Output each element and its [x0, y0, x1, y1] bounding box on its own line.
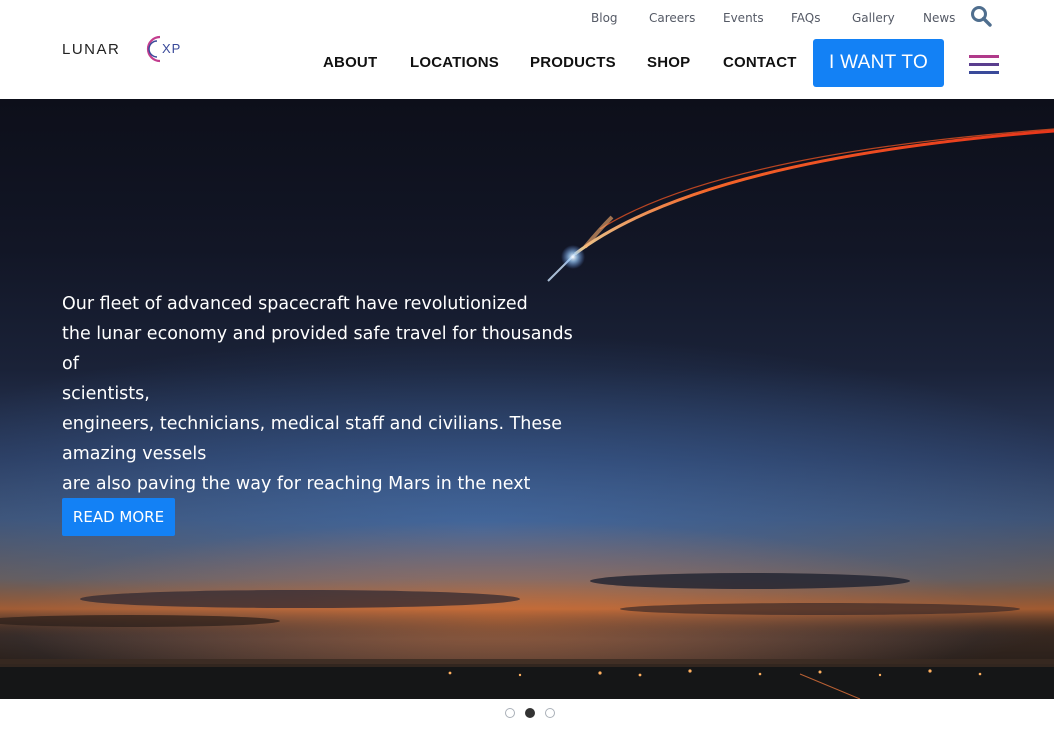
hero-line: amazing vessels — [62, 444, 207, 464]
top-link-blog[interactable]: Blog — [591, 11, 618, 25]
nav-item-locations[interactable]: LOCATIONS — [410, 54, 499, 71]
i-want-to-button[interactable]: I WANT TO — [813, 39, 944, 87]
hero-line: Our fleet of advanced spacecraft have re… — [62, 294, 528, 314]
hero-banner: Our fleet of advanced spacecraft have re… — [0, 99, 1054, 699]
search-icon[interactable] — [970, 5, 992, 27]
hero-description: Our fleet of advanced spacecraft have re… — [62, 289, 592, 529]
carousel-pagination — [505, 708, 555, 718]
nav-item-contact[interactable]: CONTACT — [723, 54, 797, 71]
top-link-events[interactable]: Events — [723, 11, 764, 25]
carousel-dot-active[interactable] — [525, 708, 535, 718]
carousel-dot[interactable] — [505, 708, 515, 718]
nav-item-about[interactable]: ABOUT — [323, 54, 377, 71]
logo-arc — [146, 35, 161, 63]
hero-line: engineers, technicians, medical staff an… — [62, 414, 563, 434]
nav-item-products[interactable]: PRODUCTS — [530, 54, 616, 71]
nav-item-shop[interactable]: SHOP — [647, 54, 690, 71]
hamburger-menu-icon[interactable] — [969, 55, 999, 75]
top-link-gallery[interactable]: Gallery — [852, 11, 895, 25]
logo-text-lunar: LUNAR — [62, 41, 120, 58]
top-link-careers[interactable]: Careers — [649, 11, 695, 25]
carousel-dot[interactable] — [545, 708, 555, 718]
lunar-xp-logo[interactable]: LUNAR XP — [62, 33, 194, 65]
logo-text-xp: XP — [162, 41, 181, 56]
top-link-faqs[interactable]: FAQs — [791, 11, 821, 25]
top-link-news[interactable]: News — [923, 11, 955, 25]
hero-line: scientists, — [62, 384, 150, 404]
hero-line: the lunar economy and provided safe trav… — [62, 324, 573, 374]
read-more-button[interactable]: READ MORE — [62, 498, 175, 536]
site-header: LUNAR XP Blog Careers Events FAQs Galler… — [0, 0, 1054, 99]
